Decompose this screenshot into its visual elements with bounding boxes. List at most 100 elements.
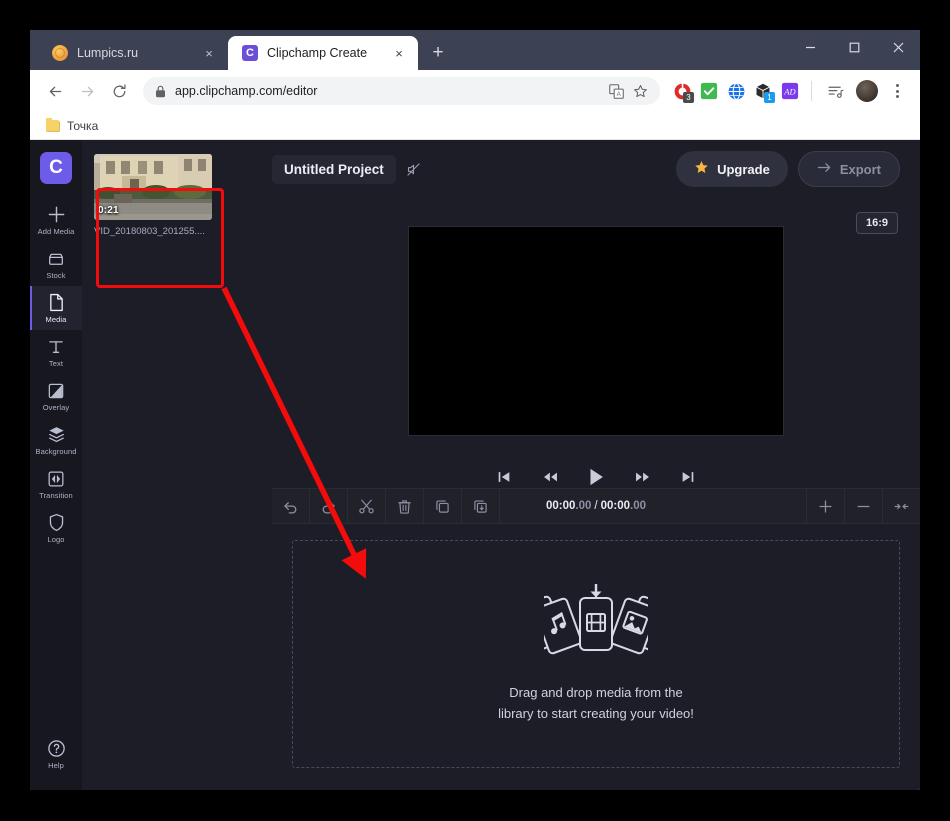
media-library-panel: 0:21 VID_20180803_201255....	[82, 140, 272, 790]
globe-extension-icon[interactable]	[723, 78, 749, 104]
copy-download-button[interactable]	[462, 488, 500, 524]
editor-main: Untitled Project Upgrade Export 16:9 00:…	[272, 140, 920, 790]
tab-title: Clipchamp Create	[267, 46, 368, 60]
sidebar-item-transition[interactable]: Transition	[30, 462, 82, 506]
editor-topbar: Untitled Project Upgrade Export	[272, 140, 920, 198]
kebab-menu-icon[interactable]	[884, 78, 910, 104]
export-label: Export	[839, 161, 881, 177]
back-icon[interactable]	[40, 76, 70, 106]
rewind-button[interactable]	[539, 466, 561, 488]
close-icon[interactable]: ×	[200, 44, 218, 62]
duplicate-button[interactable]	[424, 488, 462, 524]
minimize-icon[interactable]	[788, 30, 832, 64]
sidebar-item-stock[interactable]: Stock	[30, 242, 82, 286]
fit-timeline-button[interactable]	[882, 488, 920, 524]
browser-tab-clipchamp[interactable]: C Clipchamp Create ×	[228, 36, 418, 70]
translate-icon[interactable]: A	[609, 83, 624, 99]
close-icon[interactable]	[876, 30, 920, 64]
sidebar-item-label: Add Media	[37, 227, 75, 236]
building-video-thumbnail[interactable]: 0:21	[94, 154, 212, 220]
checkmark-extension-icon[interactable]	[696, 78, 722, 104]
timeline-tools-right	[806, 488, 920, 524]
sidebar-item-background[interactable]: Background	[30, 418, 82, 462]
star-icon	[694, 160, 709, 178]
bookmark-star-icon[interactable]	[633, 84, 648, 99]
redo-button[interactable]	[310, 488, 348, 524]
arrow-right-icon	[817, 161, 832, 177]
browser-toolbar: app.clipchamp.com/editor A 3 1 AD	[30, 70, 920, 112]
sidebar-item-label: Stock	[46, 271, 66, 280]
browser-window: Lumpics.ru × C Clipchamp Create × + app.…	[30, 30, 920, 790]
project-title[interactable]: Untitled Project	[272, 154, 396, 184]
address-bar[interactable]: app.clipchamp.com/editor A	[143, 77, 660, 105]
dropzone-line-1: Drag and drop media from the	[509, 685, 683, 701]
svg-text:AD: AD	[783, 87, 796, 97]
split-button[interactable]	[348, 488, 386, 524]
media-library-item[interactable]: 0:21 VID_20180803_201255....	[94, 154, 212, 237]
total-time: 00:00	[600, 500, 631, 512]
layers-icon	[47, 425, 66, 444]
clipchamp-favicon: C	[242, 45, 258, 61]
skip-to-end-button[interactable]	[677, 466, 699, 488]
sidebar-item-text[interactable]: Text	[30, 330, 82, 374]
play-button[interactable]	[585, 466, 607, 488]
reload-icon[interactable]	[104, 76, 134, 106]
fast-forward-button[interactable]	[631, 466, 653, 488]
playback-controls	[493, 466, 699, 488]
clipchamp-logo[interactable]: C	[40, 152, 72, 184]
current-time-frac: .00	[575, 500, 592, 512]
purple-extension-icon[interactable]: AD	[777, 78, 803, 104]
editor-sidebar: C Add Media Stock Media Text Overlay Bac…	[30, 140, 82, 790]
sidebar-item-logo[interactable]: Logo	[30, 506, 82, 550]
mute-icon[interactable]	[406, 162, 421, 177]
bookmark-label: Точка	[67, 118, 99, 133]
window-controls	[788, 30, 920, 70]
sidebar-item-help[interactable]: Help	[30, 732, 82, 776]
media-cards-icon	[516, 583, 674, 667]
undo-button[interactable]	[272, 488, 310, 524]
current-time: 00:00	[545, 500, 576, 512]
media-duration: 0:21	[98, 205, 119, 216]
lock-icon	[155, 85, 166, 98]
forward-icon[interactable]	[72, 76, 102, 106]
overlay-icon	[47, 381, 65, 400]
export-button[interactable]: Export	[797, 151, 900, 187]
timeline-dropzone[interactable]: Drag and drop media from the library to …	[292, 540, 900, 768]
sidebar-item-media[interactable]: Media	[30, 286, 82, 330]
box-extension-icon[interactable]: 1	[750, 78, 776, 104]
sidebar-item-label: Transition	[39, 491, 73, 500]
browser-tab-lumpics[interactable]: Lumpics.ru ×	[38, 36, 228, 70]
new-tab-button[interactable]: +	[424, 39, 452, 67]
tab-title: Lumpics.ru	[77, 46, 139, 60]
skip-to-start-button[interactable]	[493, 466, 515, 488]
upgrade-button[interactable]: Upgrade	[676, 151, 788, 187]
sidebar-item-label: Media	[45, 315, 67, 324]
media-file-icon	[48, 293, 65, 312]
maximize-icon[interactable]	[832, 30, 876, 64]
help-circle-icon	[47, 739, 66, 758]
delete-button[interactable]	[386, 488, 424, 524]
folder-icon	[46, 117, 60, 132]
transition-icon	[47, 469, 65, 488]
sidebar-item-label: Help	[48, 761, 64, 770]
avatar	[856, 80, 878, 102]
shield-icon	[48, 513, 65, 532]
browser-tab-strip: Lumpics.ru × C Clipchamp Create × +	[30, 30, 920, 70]
timeline-toolbar: 00:00.00/00:00.00	[272, 488, 920, 524]
sidebar-item-add-media[interactable]: Add Media	[30, 198, 82, 242]
profile-avatar[interactable]	[852, 76, 882, 106]
adblock-extension-icon[interactable]: 3	[669, 78, 695, 104]
media-filename: VID_20180803_201255....	[94, 226, 205, 237]
video-preview[interactable]	[408, 226, 784, 436]
reading-list-icon[interactable]	[820, 76, 850, 106]
preview-stage: 16:9	[272, 198, 920, 488]
aspect-ratio-badge[interactable]: 16:9	[855, 212, 898, 234]
zoom-in-button[interactable]	[806, 488, 844, 524]
sidebar-item-overlay[interactable]: Overlay	[30, 374, 82, 418]
sidebar-item-label: Logo	[47, 535, 65, 544]
close-icon[interactable]: ×	[390, 44, 408, 62]
extension-badge: 3	[683, 92, 694, 103]
stock-icon	[47, 249, 65, 268]
bookmark-item[interactable]: Точка	[42, 117, 102, 135]
zoom-out-button[interactable]	[844, 488, 882, 524]
